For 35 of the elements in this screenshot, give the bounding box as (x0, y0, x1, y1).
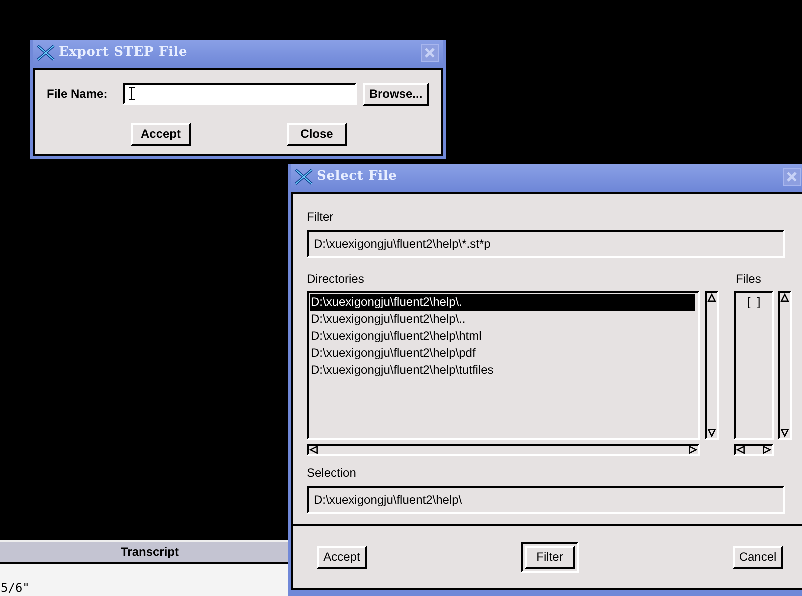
vertical-scrollbar[interactable] (705, 291, 719, 440)
vertical-scrollbar[interactable] (778, 291, 792, 440)
arrow-icon[interactable] (780, 293, 790, 303)
dialog-button[interactable]: Close (287, 122, 347, 146)
dialog-button[interactable]: Accept (131, 122, 191, 146)
selection-field[interactable]: D:\xuexigongju\fluent2\help\ (307, 486, 785, 514)
app-logo-icon (295, 169, 313, 185)
transcript-title: Transcript (120, 544, 180, 561)
field-label: File Name: (47, 86, 109, 103)
directory-item[interactable]: D:\xuexigongju\fluent2\help\pdf (310, 345, 695, 362)
arrow-icon[interactable] (707, 293, 717, 303)
dialog-button[interactable]: Browse... (363, 82, 429, 106)
directory-item[interactable]: D:\xuexigongju\fluent2\help\tutfiles (310, 362, 695, 379)
window-title: Export STEP File (59, 44, 188, 62)
arrow-icon[interactable] (736, 445, 746, 455)
transcript-line: 5/6" (1, 582, 31, 594)
horizontal-scrollbar[interactable] (307, 444, 700, 456)
directories-label: Directories (307, 271, 366, 288)
filter-label: Filter (307, 209, 335, 226)
selection-label: Selection (307, 465, 358, 482)
directory-item[interactable]: D:\xuexigongju\fluent2\help\. (310, 294, 695, 311)
dialog-button[interactable]: Accept (317, 546, 367, 568)
directory-item[interactable]: D:\xuexigongju\fluent2\help\.. (310, 311, 695, 328)
dialog-button[interactable]: Filter (525, 546, 575, 568)
window-title: Select File (317, 168, 398, 186)
filter-field[interactable]: D:\xuexigongju\fluent2\help\*.st*p (307, 230, 785, 258)
file-item[interactable]: [ ] (747, 294, 761, 311)
text-cursor-icon (129, 87, 136, 101)
horizontal-scrollbar[interactable] (734, 444, 774, 456)
directory-item[interactable]: D:\xuexigongju\fluent2\help\html (310, 328, 695, 345)
file-name-field[interactable] (123, 83, 357, 105)
app-logo-icon (37, 45, 55, 61)
dialog-button[interactable]: Cancel (733, 546, 783, 568)
files-label: Files (735, 271, 762, 288)
arrow-icon[interactable] (309, 445, 319, 455)
